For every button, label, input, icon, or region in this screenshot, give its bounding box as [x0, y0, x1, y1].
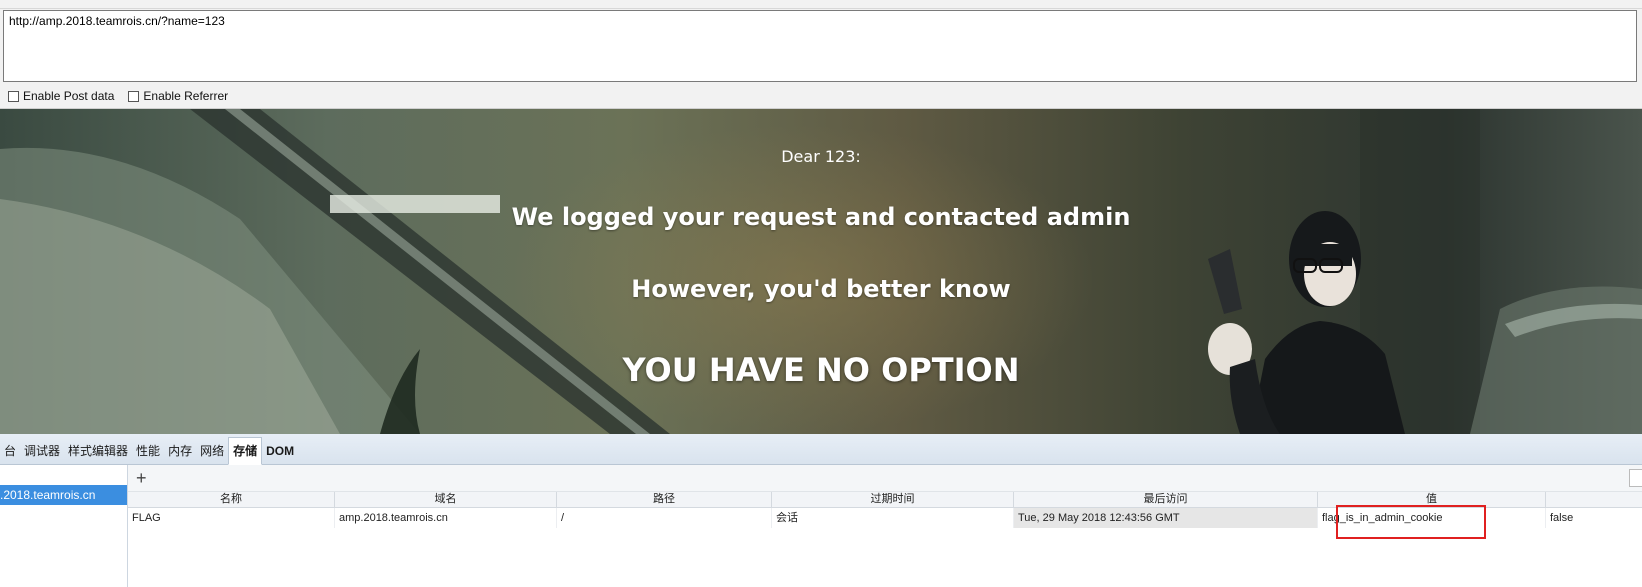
column-header-path[interactable]: 路径 — [557, 492, 772, 507]
greeting-text: Dear 123: — [781, 147, 861, 166]
cell-expires: 会话 — [772, 508, 1014, 528]
enable-post-data-label: Enable Post data — [23, 89, 115, 103]
tab-dom[interactable]: DOM — [262, 438, 298, 464]
plus-icon[interactable]: + — [136, 467, 147, 489]
tab-network[interactable]: 网络 — [196, 438, 228, 464]
hackbar-panel: http://amp.2018.teamrois.cn/?name=123 En… — [0, 0, 1642, 109]
tab-memory[interactable]: 内存 — [164, 438, 196, 464]
column-header-expires[interactable]: 过期时间 — [772, 492, 1014, 507]
tab-console[interactable]: 台 — [0, 438, 20, 464]
storage-sidebar: .2018.teamrois.cn — [0, 465, 128, 587]
hackbar-options: Enable Post data Enable Referrer — [8, 88, 228, 104]
no-option-heading: YOU HAVE NO OPTION — [622, 351, 1020, 389]
cell-last-accessed: Tue, 29 May 2018 12:43:56 GMT — [1014, 508, 1318, 528]
enable-referrer-label: Enable Referrer — [143, 89, 229, 103]
enable-post-data-checkbox[interactable] — [8, 90, 19, 102]
hero-text: Dear 123: We logged your request and con… — [0, 109, 1642, 434]
cell-name: FLAG — [128, 508, 335, 528]
storage-toolbar: + — [128, 465, 1642, 492]
devtools-tab-bar: 台 调试器 样式编辑器 性能 内存 网络 存储 DOM — [0, 434, 1642, 465]
enable-post-data-option[interactable]: Enable Post data — [8, 89, 114, 103]
column-header-name[interactable]: 名称 — [128, 492, 335, 507]
column-header-extra — [1546, 492, 1642, 507]
tab-style-editor[interactable]: 样式编辑器 — [64, 438, 132, 464]
enable-referrer-checkbox[interactable] — [128, 90, 140, 102]
tab-storage[interactable]: 存储 — [228, 437, 263, 465]
tab-performance[interactable]: 性能 — [132, 438, 164, 464]
page-viewport: Dear 123: We logged your request and con… — [0, 109, 1642, 434]
column-header-last-accessed[interactable]: 最后访问 — [1014, 492, 1318, 507]
however-heading: However, you'd better know — [631, 275, 1011, 303]
enable-referrer-option[interactable]: Enable Referrer — [128, 89, 228, 103]
url-textarea[interactable]: http://amp.2018.teamrois.cn/?name=123 — [3, 10, 1637, 82]
highlight-box — [1336, 505, 1486, 539]
cell-domain: amp.2018.teamrois.cn — [335, 508, 557, 528]
sidebar-item-cookie-host[interactable]: .2018.teamrois.cn — [0, 485, 127, 505]
logged-heading: We logged your request and contacted adm… — [511, 203, 1131, 231]
cell-http-only: false — [1550, 512, 1574, 524]
cell-path: / — [557, 508, 772, 528]
hackbar-top-strip — [0, 0, 1642, 9]
column-header-domain[interactable]: 域名 — [335, 492, 557, 507]
filter-input[interactable] — [1629, 469, 1642, 487]
tab-debugger[interactable]: 调试器 — [20, 438, 64, 464]
